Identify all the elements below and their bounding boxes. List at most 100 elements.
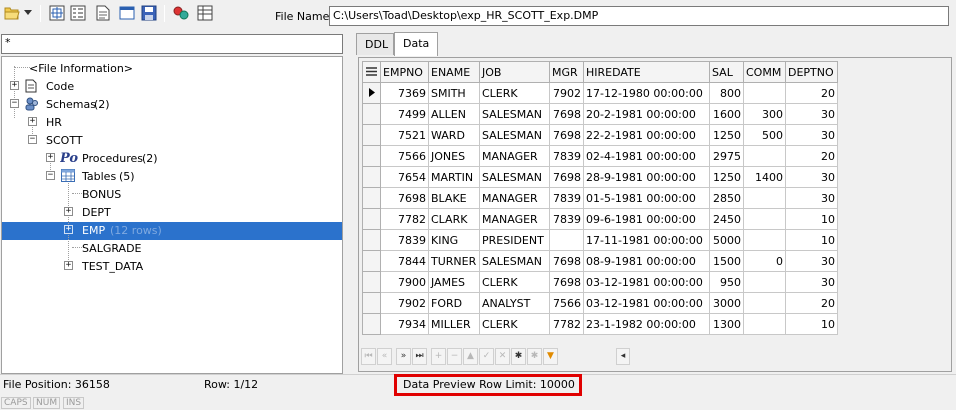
row-indicator[interactable] (362, 166, 381, 188)
first-record-icon[interactable]: ⏮ (361, 348, 376, 365)
grid-cell-empno[interactable]: 7521 (380, 124, 429, 146)
grid-cell-deptno[interactable]: 10 (785, 313, 838, 335)
expand-icon[interactable]: + (64, 225, 73, 234)
grid-cell-comm[interactable] (743, 82, 786, 104)
grid-cell-deptno[interactable]: 10 (785, 208, 838, 230)
grid-cell-ename[interactable]: JONES (428, 145, 480, 167)
grid-cell-empno[interactable]: 7902 (380, 292, 429, 314)
grid-cell-job[interactable]: CLERK (479, 313, 550, 335)
grid-cell-deptno[interactable]: 30 (785, 187, 838, 209)
grid-cell-ename[interactable]: CLARK (428, 208, 480, 230)
tree-node-hr[interactable]: + HR (2, 113, 342, 131)
grid-cell-sal[interactable]: 950 (709, 271, 744, 293)
window-icon[interactable] (118, 4, 136, 22)
tab-data[interactable]: Data (394, 32, 438, 56)
scroll-left-icon[interactable]: ◂ (616, 348, 630, 365)
connect-icon[interactable] (172, 4, 190, 22)
table-row[interactable]: 7844 TURNER SALESMAN 7698 08-9-1981 00:00:00… (362, 250, 838, 272)
grid-cell-job[interactable]: MANAGER (479, 208, 550, 230)
grid-cell-hiredate[interactable]: 01-5-1981 00:00:00 (583, 187, 710, 209)
grid-cell-empno[interactable]: 7900 (380, 271, 429, 293)
grid-cell-comm[interactable]: 0 (743, 250, 786, 272)
table-row[interactable]: 7782 CLARK MANAGER 7839 09-6-1981 00:00:00 24… (362, 208, 838, 230)
grid-cell-ename[interactable]: MILLER (428, 313, 480, 335)
file-path-field[interactable]: C:\Users\Toad\Desktop\exp_HR_SCOTT_Exp.D… (329, 6, 949, 26)
row-indicator[interactable] (362, 313, 381, 335)
post-edit-icon[interactable]: ✓ (479, 348, 494, 365)
tree-node-schemas[interactable]: − Schemas (2) (2, 95, 342, 113)
grid-cell-sal[interactable]: 1600 (709, 103, 744, 125)
grid-cell-deptno[interactable]: 30 (785, 166, 838, 188)
grid-cell-ename[interactable]: BLAKE (428, 187, 480, 209)
grid-cell-hiredate[interactable]: 22-2-1981 00:00:00 (583, 124, 710, 146)
grid-cell-ename[interactable]: TURNER (428, 250, 480, 272)
bookmark-icon[interactable]: ✱ (511, 348, 526, 365)
table-row[interactable]: 7566 JONES MANAGER 7839 02-4-1981 00:00:00 29… (362, 145, 838, 167)
tree-node-bonus[interactable]: BONUS (2, 185, 342, 203)
grid-cell-ename[interactable]: JAMES (428, 271, 480, 293)
tree-node-scott[interactable]: − SCOTT (2, 131, 342, 149)
document-icon[interactable] (94, 4, 112, 22)
grid-view-icon[interactable] (196, 4, 214, 22)
dropdown-arrow-icon[interactable] (22, 4, 34, 22)
collapse-icon[interactable]: − (10, 99, 19, 108)
grid-cell-hiredate[interactable]: 17-11-1981 00:00:00 (583, 229, 710, 251)
column-header-sal[interactable]: SAL (709, 61, 744, 83)
grid-cell-empno[interactable]: 7654 (380, 166, 429, 188)
grid-cell-comm[interactable]: 1400 (743, 166, 786, 188)
grid-cell-comm[interactable] (743, 271, 786, 293)
expand-icon[interactable]: + (46, 153, 55, 162)
grid-cell-hiredate[interactable]: 09-6-1981 00:00:00 (583, 208, 710, 230)
edit-record-icon[interactable]: ▲ (463, 348, 478, 365)
grid-cell-sal[interactable]: 3000 (709, 292, 744, 314)
grid-cell-ename[interactable]: WARD (428, 124, 480, 146)
object-tree[interactable]: <File Information> + Code − Schemas (2) … (1, 56, 343, 374)
grid-cell-sal[interactable]: 1500 (709, 250, 744, 272)
grid-cell-sal[interactable]: 1250 (709, 166, 744, 188)
grid-cell-hiredate[interactable]: 23-1-1982 00:00:00 (583, 313, 710, 335)
column-header-comm[interactable]: COMM (743, 61, 786, 83)
column-header-ename[interactable]: ENAME (428, 61, 480, 83)
grid-cell-empno[interactable]: 7566 (380, 145, 429, 167)
row-indicator[interactable] (362, 292, 381, 314)
grid-cell-comm[interactable] (743, 145, 786, 167)
tree-node-tables[interactable]: − Tables (5) (2, 167, 342, 185)
tab-ddl[interactable]: DDL (356, 33, 394, 55)
grid-cell-empno[interactable]: 7934 (380, 313, 429, 335)
tree-node-salgrade[interactable]: SALGRADE (2, 239, 342, 257)
row-indicator[interactable] (362, 187, 381, 209)
grid-cell-deptno[interactable]: 30 (785, 103, 838, 125)
preview-row-limit-status[interactable]: Data Preview Row Limit: 10000 (403, 378, 575, 391)
row-indicator[interactable] (362, 271, 381, 293)
cancel-edit-icon[interactable]: ✕ (495, 348, 510, 365)
grid-cell-deptno[interactable]: 30 (785, 250, 838, 272)
grid-cell-deptno[interactable]: 10 (785, 229, 838, 251)
grid-cell-ename[interactable]: FORD (428, 292, 480, 314)
expand-icon[interactable]: + (64, 261, 73, 270)
collapse-icon[interactable]: − (46, 171, 55, 180)
grid-cell-deptno[interactable]: 30 (785, 271, 838, 293)
delete-record-icon[interactable]: − (447, 348, 462, 365)
grid-cell-mgr[interactable]: 7566 (549, 292, 584, 314)
grid-cell-comm[interactable] (743, 313, 786, 335)
grid-cell-hiredate[interactable]: 28-9-1981 00:00:00 (583, 166, 710, 188)
grid-cell-ename[interactable]: KING (428, 229, 480, 251)
grid-cell-comm[interactable] (743, 229, 786, 251)
expand-icon[interactable]: + (10, 81, 19, 90)
grid-cell-sal[interactable]: 5000 (709, 229, 744, 251)
save-icon[interactable] (140, 4, 158, 22)
grid-cell-mgr[interactable]: 7698 (549, 250, 584, 272)
collapse-icon[interactable]: − (28, 135, 37, 144)
grid-cell-deptno[interactable]: 30 (785, 124, 838, 146)
grid-cell-deptno[interactable]: 20 (785, 292, 838, 314)
grid-cell-empno[interactable]: 7782 (380, 208, 429, 230)
last-record-icon[interactable]: ⏭ (412, 348, 427, 365)
grid-cell-sal[interactable]: 800 (709, 82, 744, 104)
table-row[interactable]: 7900 JAMES CLERK 7698 03-12-1981 00:00:00 950… (362, 271, 838, 293)
grid-cell-sal[interactable]: 2850 (709, 187, 744, 209)
grid-cell-job[interactable]: MANAGER (479, 145, 550, 167)
grid-cell-comm[interactable] (743, 208, 786, 230)
expand-icon[interactable]: + (28, 117, 37, 126)
grid-cell-job[interactable]: CLERK (479, 271, 550, 293)
grid-cell-sal[interactable]: 1300 (709, 313, 744, 335)
